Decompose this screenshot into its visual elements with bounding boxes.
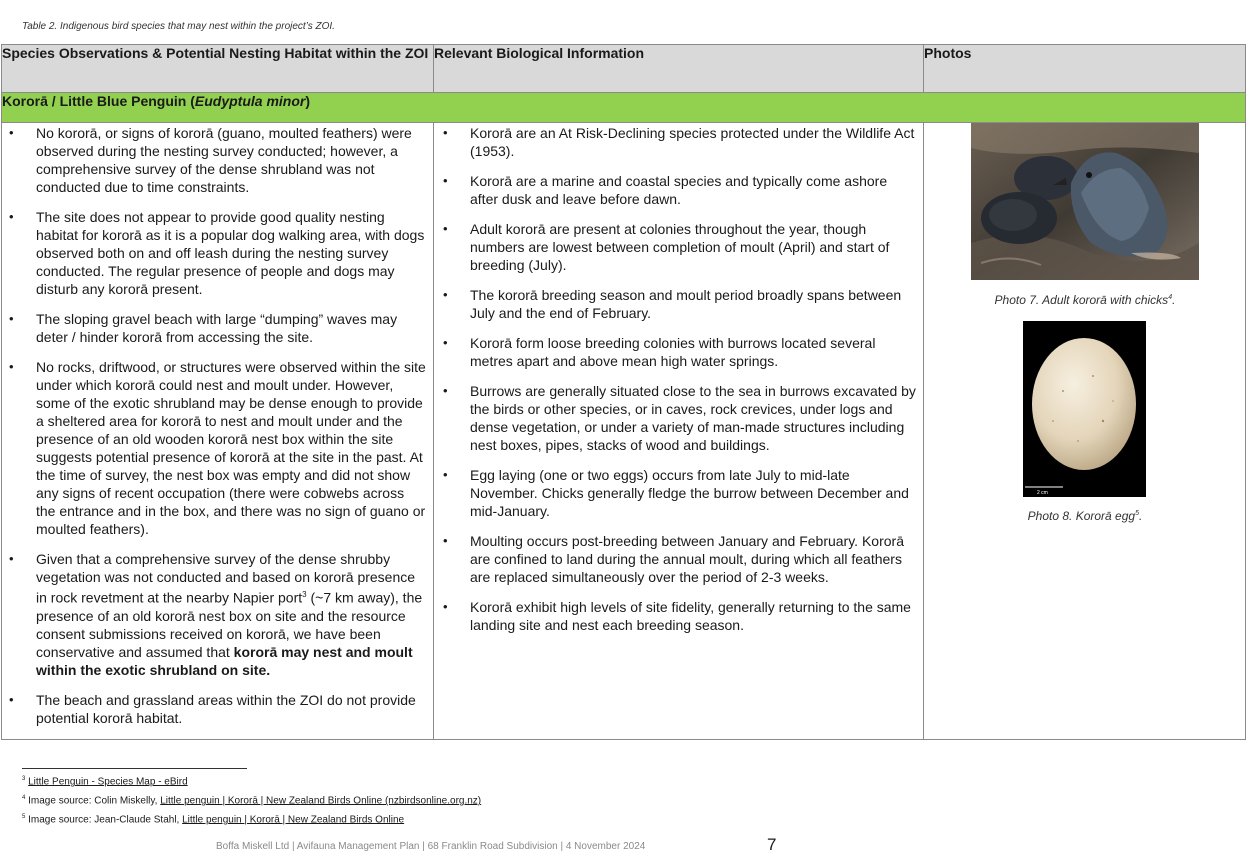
footnote-5: 5 Image source: Jean-Claude Stahl, Littl… <box>22 814 404 825</box>
photo7-caption: Photo 7. Adult kororā with chicks4. <box>924 293 1246 307</box>
footnote-number: 4 <box>22 795 26 801</box>
list-item: The kororā breeding season and moult per… <box>443 286 917 322</box>
list-item: Kororā are a marine and coastal species … <box>443 172 917 208</box>
footnote-text: Image source: Jean-Claude Stahl, <box>28 814 183 826</box>
photo8-caption: Photo 8. Kororā egg5. <box>924 509 1246 523</box>
observations-cell: No kororā, or signs of kororā (guano, mo… <box>1 122 434 740</box>
list-item: Egg laying (one or two eggs) occurs from… <box>443 466 917 520</box>
footnote-link-nzbirds[interactable]: Little penguin | Kororā | New Zealand Bi… <box>160 795 481 806</box>
table-header-row: Species Observations & Potential Nesting… <box>1 44 1246 93</box>
list-item: The site does not appear to provide good… <box>9 208 427 298</box>
observations-list: No kororā, or signs of kororā (guano, mo… <box>2 124 433 727</box>
photo8-caption-period: . <box>1138 509 1143 523</box>
footnote-3: 3 Little Penguin - Species Map - eBird <box>22 776 188 787</box>
footnote-link-ebird[interactable]: Little Penguin - Species Map - eBird <box>28 776 188 787</box>
header-photos: Photos <box>923 44 1246 93</box>
biology-cell: Kororā are an At Risk-Declining species … <box>433 122 924 740</box>
page-footer: Boffa Miskell Ltd | Avifauna Management … <box>216 841 646 852</box>
list-item: Burrows are generally situated close to … <box>443 382 917 454</box>
list-item: Kororā exhibit high levels of site fidel… <box>443 598 917 634</box>
species-table: Species Observations & Potential Nesting… <box>1 44 1246 740</box>
biology-list: Kororā are an At Risk-Declining species … <box>434 124 923 634</box>
footnote-number: 3 <box>22 776 26 782</box>
list-item: No rocks, driftwood, or structures were … <box>9 358 427 538</box>
egg-photo: 2 cm <box>1023 321 1146 497</box>
list-item: Kororā are an At Risk-Declining species … <box>443 124 917 160</box>
footnote-number: 5 <box>22 814 26 820</box>
photo8-caption-text: Photo 8. Kororā egg <box>1027 509 1136 523</box>
list-item: Moulting occurs post-breeding between Ja… <box>443 532 917 586</box>
photo7-caption-period: . <box>1172 293 1176 307</box>
header-biology: Relevant Biological Information <box>433 44 924 93</box>
table-caption: Table 2. Indigenous bird species that ma… <box>22 21 335 32</box>
footnote-text: Image source: Colin Miskelly, <box>28 795 161 807</box>
penguin-photo-image <box>971 123 1199 280</box>
species-paren: ) <box>305 93 311 109</box>
footnote-divider <box>22 768 247 769</box>
species-row: Kororā / Little Blue Penguin (Eudyptula … <box>1 92 1246 123</box>
list-item: No kororā, or signs of kororā (guano, mo… <box>9 124 427 196</box>
species-scientific-name: Eudyptula minor <box>194 93 306 109</box>
list-item: Kororā form loose breeding colonies with… <box>443 334 917 370</box>
photo7-caption-text: Photo 7. Adult kororā with chicks <box>994 293 1169 307</box>
content-row: No kororā, or signs of kororā (guano, mo… <box>1 122 1246 740</box>
header-observations: Species Observations & Potential Nesting… <box>1 44 434 93</box>
penguin-photo <box>971 123 1199 280</box>
document-page: Table 2. Indigenous bird species that ma… <box>0 0 1250 863</box>
list-item: Adult kororā are present at colonies thr… <box>443 220 917 274</box>
species-name: Kororā / Little Blue Penguin (Eudyptula … <box>1 92 1246 123</box>
page-number: 7 <box>767 835 777 854</box>
footnote-4: 4 Image source: Colin Miskelly, Little p… <box>22 795 481 806</box>
egg-photo-image: 2 cm <box>1023 321 1146 497</box>
species-common-name: Kororā / Little Blue Penguin ( <box>2 93 195 109</box>
footnote-link-nzbirds-2[interactable]: Little penguin | Kororā | New Zealand Bi… <box>182 814 404 825</box>
photos-cell: Photo 7. Adult kororā with chicks4. 2 cm… <box>923 122 1246 740</box>
list-item: Given that a comprehensive survey of the… <box>9 550 427 679</box>
list-item: The sloping gravel beach with large “dum… <box>9 310 427 346</box>
scale-bar-label: 2 cm <box>1037 490 1048 496</box>
list-item: The beach and grassland areas within the… <box>9 691 427 727</box>
